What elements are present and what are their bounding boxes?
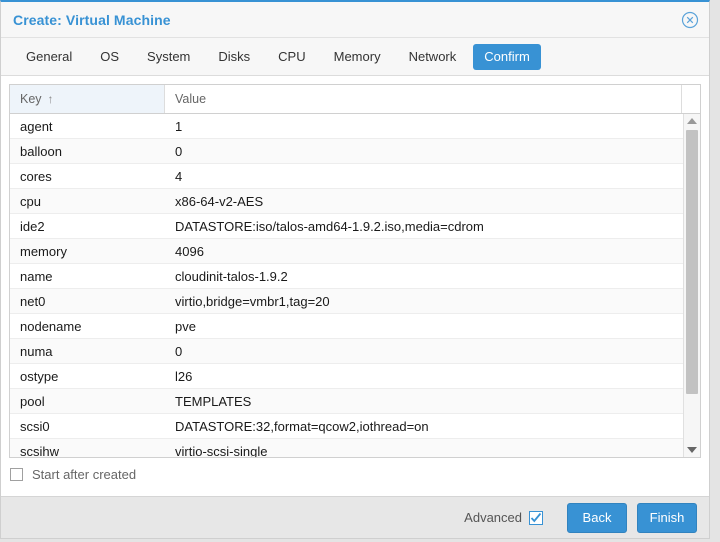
cell-value: 0	[175, 343, 183, 359]
close-circle-icon[interactable]	[681, 11, 699, 29]
cell-key: cores	[20, 168, 52, 184]
cell-value: 1	[175, 118, 183, 134]
create-vm-dialog: Create: Virtual Machine General OS Syste…	[0, 0, 710, 539]
grid-body: agent 1 balloon 0 cores 4 cpu x86-64-v2-AES ide2…	[10, 114, 700, 457]
cell-value: x86-64-v2-AES	[175, 193, 264, 209]
start-after-created-row: Start after created	[9, 458, 701, 490]
cell-key: balloon	[20, 143, 62, 159]
dialog-title: Create: Virtual Machine	[13, 11, 171, 28]
grid-rows: agent 1 balloon 0 cores 4 cpu x86-64-v2-AES ide2…	[10, 114, 683, 457]
table-row[interactable]: nodename pve	[10, 314, 683, 339]
checkmark-icon	[530, 512, 542, 522]
table-row[interactable]: cpu x86-64-v2-AES	[10, 189, 683, 214]
finish-button[interactable]: Finish	[637, 502, 697, 533]
cell-value: DATASTORE:32,format=qcow2,iothread=on	[175, 418, 429, 434]
cell-value: virtio-scsi-single	[175, 443, 268, 458]
cell-key: scsi0	[20, 418, 50, 434]
cell-key: scsihw	[20, 443, 60, 458]
cell-value: 4	[175, 168, 183, 184]
cell-key: cpu	[20, 193, 41, 209]
caret-down-icon[interactable]	[684, 443, 700, 457]
table-row[interactable]: balloon 0	[10, 139, 683, 164]
tab-os[interactable]: OS	[89, 44, 130, 70]
cell-key: nodename	[20, 318, 82, 334]
caret-up-icon[interactable]	[684, 114, 700, 128]
advanced-checkbox[interactable]	[529, 510, 543, 525]
cell-key: ostype	[20, 368, 59, 384]
tab-system[interactable]: System	[136, 44, 201, 70]
dialog-footer: Advanced Back Finish	[1, 496, 709, 538]
grid-header-row: Key ↑ Value	[10, 85, 700, 114]
cell-key: name	[20, 268, 53, 284]
tab-memory[interactable]: Memory	[323, 44, 392, 70]
advanced-label: Advanced	[464, 510, 522, 525]
cell-key: pool	[20, 393, 45, 409]
tab-disks[interactable]: Disks	[207, 44, 261, 70]
cell-value: virtio,bridge=vmbr1,tag=20	[175, 293, 330, 309]
table-row[interactable]: memory 4096	[10, 239, 683, 264]
back-button[interactable]: Back	[567, 502, 627, 533]
cell-value: pve	[175, 318, 196, 334]
cell-key: agent	[20, 118, 53, 134]
dialog-content: Key ↑ Value agent 1 balloon 0 cores 4 cpu x86-6…	[1, 76, 709, 496]
table-row[interactable]: scsihw virtio-scsi-single	[10, 439, 683, 457]
tab-network[interactable]: Network	[398, 44, 468, 70]
table-row[interactable]: net0 virtio,bridge=vmbr1,tag=20	[10, 289, 683, 314]
column-header-key-label: Key	[20, 92, 42, 106]
cell-value: l26	[175, 368, 193, 384]
cell-key: net0	[20, 293, 46, 309]
sort-ascending-icon: ↑	[47, 92, 54, 106]
table-row[interactable]: ide2 DATASTORE:iso/talos-amd64-1.9.2.iso,…	[10, 214, 683, 239]
table-row[interactable]: pool TEMPLATES	[10, 389, 683, 414]
start-after-created-label: Start after created	[32, 466, 137, 482]
table-row[interactable]: ostype l26	[10, 364, 683, 389]
column-header-filler	[682, 85, 700, 113]
column-header-value[interactable]: Value	[165, 85, 682, 113]
settings-grid: Key ↑ Value agent 1 balloon 0 cores 4 cpu x86-6…	[9, 84, 701, 458]
cell-key: ide2	[20, 218, 45, 234]
tab-cpu[interactable]: CPU	[267, 44, 316, 70]
column-header-key[interactable]: Key ↑	[10, 85, 165, 113]
dialog-titlebar: Create: Virtual Machine	[1, 2, 709, 38]
cell-value: 0	[175, 143, 183, 159]
table-row[interactable]: agent 1	[10, 114, 683, 139]
scrollbar-thumb[interactable]	[686, 130, 698, 394]
cell-value: cloudinit-talos-1.9.2	[175, 268, 288, 284]
cell-value: 4096	[175, 243, 204, 259]
cell-value: TEMPLATES	[175, 393, 252, 409]
cell-value: DATASTORE:iso/talos-amd64-1.9.2.iso,medi…	[175, 218, 484, 234]
tab-confirm[interactable]: Confirm	[473, 43, 541, 70]
table-row[interactable]: name cloudinit-talos-1.9.2	[10, 264, 683, 289]
grid-vertical-scrollbar[interactable]	[683, 114, 700, 457]
cell-key: numa	[20, 343, 53, 359]
column-header-value-label: Value	[175, 92, 207, 106]
cell-key: memory	[20, 243, 67, 259]
table-row[interactable]: cores 4	[10, 164, 683, 189]
table-row[interactable]: scsi0 DATASTORE:32,format=qcow2,iothread=…	[10, 414, 683, 439]
wizard-tabs: General OS System Disks CPU Memory Netwo…	[1, 38, 709, 76]
tab-general[interactable]: General	[15, 44, 83, 70]
start-after-created-checkbox[interactable]	[10, 467, 23, 481]
table-row[interactable]: numa 0	[10, 339, 683, 364]
